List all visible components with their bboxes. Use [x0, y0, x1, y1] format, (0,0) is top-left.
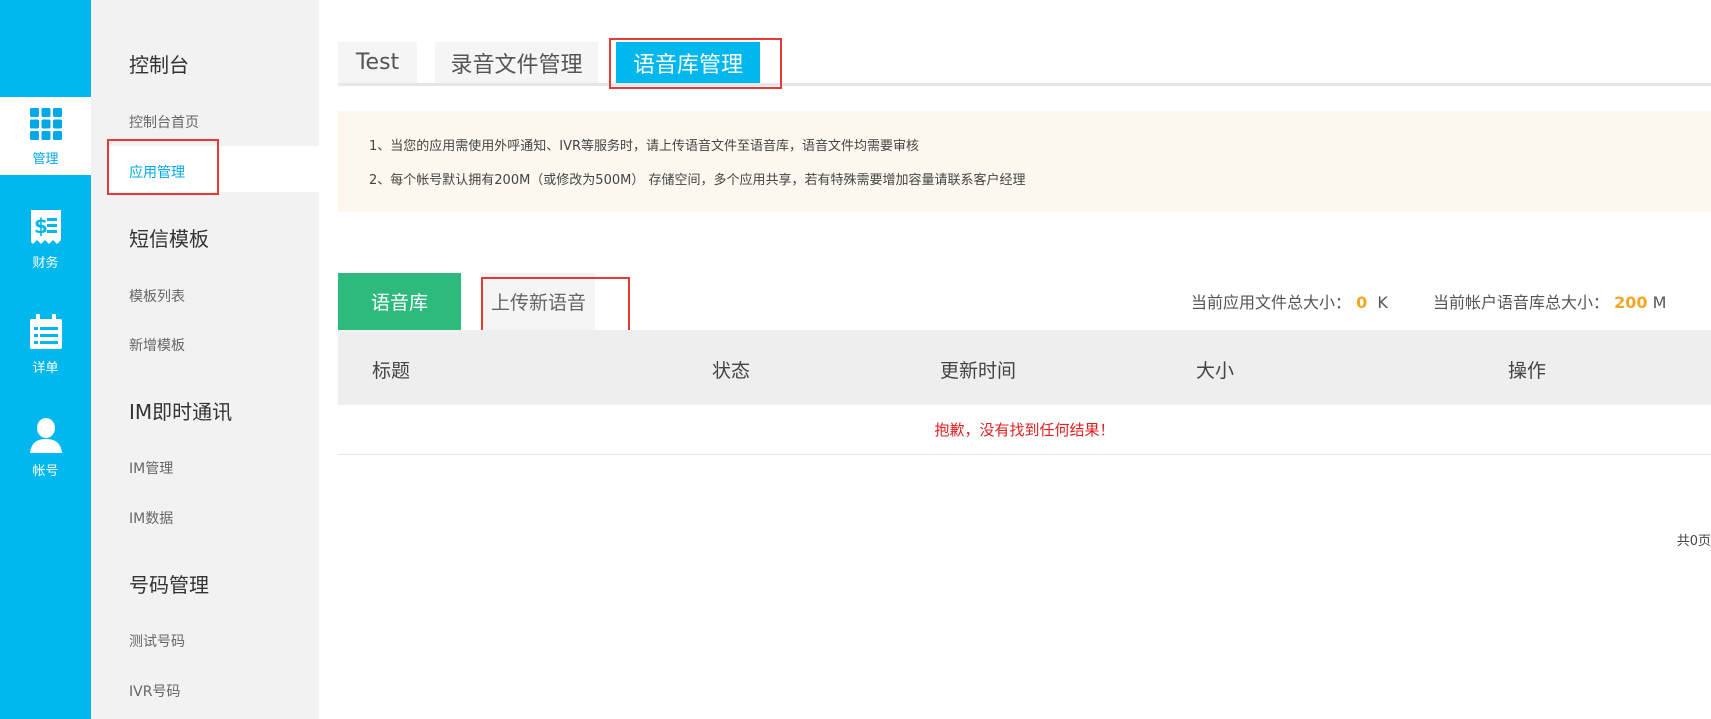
- rail-label-detail: 详单: [32, 360, 59, 376]
- stats-account-label: 当前帐户语音库总大小：: [1433, 293, 1610, 312]
- col-header-title: 标题: [372, 360, 411, 382]
- sidebar-item-console-home[interactable]: 控制台首页: [129, 112, 199, 132]
- stats-app-file-size: 当前应用文件总大小： 0 K: [1191, 289, 1388, 313]
- stats-app-value: 0: [1356, 293, 1368, 312]
- tab-recording-files[interactable]: 录音文件管理: [435, 42, 598, 83]
- sidebar-item-add-template[interactable]: 新增模板: [129, 335, 185, 355]
- col-header-actions: 操作: [1508, 360, 1547, 382]
- sidebar-section-sms-template: 短信模板: [129, 227, 209, 251]
- col-header-status: 状态: [712, 360, 751, 382]
- sidebar-item-im-data[interactable]: IM数据: [129, 508, 173, 528]
- sidebar-item-im-manage[interactable]: IM管理: [129, 458, 173, 478]
- sidebar-section-console: 控制台: [129, 53, 189, 77]
- tab-voice-library[interactable]: 语音库管理: [616, 42, 760, 83]
- calendar-list-icon: [29, 313, 62, 349]
- sidebar-item-test-number[interactable]: 测试号码: [129, 631, 185, 651]
- rail-item-account[interactable]: 帐号: [0, 408, 91, 486]
- empty-result-message: 抱歉，没有找到任何结果！: [934, 421, 1115, 439]
- notice-line-2: 2、每个帐号默认拥有200M（或修改为500M） 存储空间，多个应用共享，若有特…: [369, 173, 1026, 188]
- notice-panel: 1、当您的应用需使用外呼通知、IVR等服务时，请上传语音文件至语音库，语音文件均…: [338, 111, 1711, 212]
- subtab-voice-library[interactable]: 语音库: [338, 273, 461, 330]
- rail-label-account: 帐号: [32, 463, 59, 479]
- svg-text:$: $: [34, 214, 48, 238]
- tab-test[interactable]: Test: [338, 42, 417, 83]
- user-icon: [29, 417, 62, 453]
- rail-item-detail[interactable]: 详单: [0, 305, 91, 383]
- tab-bar-divider: [338, 83, 1711, 86]
- rail-label-manage: 管理: [32, 151, 59, 167]
- table-header: 标题 状态 更新时间 大小 操作: [338, 330, 1711, 405]
- sidebar: 控制台 控制台首页 应用管理 短信模板 模板列表 新增模板 IM即时通讯 IM管…: [91, 0, 319, 719]
- grid-icon: [29, 107, 62, 140]
- col-header-size: 大小: [1196, 360, 1235, 382]
- stats-account-library-size: 当前帐户语音库总大小： 200 M: [1433, 289, 1666, 313]
- app-root: 管理 $ 财务 详单 帐号 控制台 控制台首页 应用管理 短信模板 模板列表 新…: [0, 0, 1711, 719]
- notice-line-1: 1、当您的应用需使用外呼通知、IVR等服务时，请上传语音文件至语音库，语音文件均…: [369, 139, 920, 154]
- sidebar-section-number-manage: 号码管理: [129, 573, 209, 597]
- sidebar-section-im: IM即时通讯: [129, 400, 233, 424]
- sidebar-item-app-manage[interactable]: 应用管理: [129, 162, 185, 182]
- subtab-upload-voice[interactable]: 上传新语音: [482, 273, 595, 330]
- col-header-updated: 更新时间: [940, 360, 1017, 382]
- rail-label-finance: 财务: [32, 255, 59, 271]
- sidebar-item-template-list[interactable]: 模板列表: [129, 286, 185, 306]
- icon-rail: 管理 $ 财务 详单 帐号: [0, 0, 91, 719]
- stats-app-label: 当前应用文件总大小：: [1191, 293, 1352, 312]
- sidebar-item-ivr-number[interactable]: IVR号码: [129, 681, 180, 701]
- rail-item-manage[interactable]: 管理: [0, 97, 91, 175]
- stats-app-unit: K: [1377, 293, 1388, 312]
- table-body-empty: 抱歉，没有找到任何结果！: [338, 405, 1711, 455]
- finance-icon: $: [30, 209, 61, 244]
- stats-account-unit: M: [1652, 293, 1667, 312]
- rail-item-finance[interactable]: $ 财务: [0, 200, 91, 278]
- pagination-total: 共0页: [1676, 534, 1711, 549]
- stats-account-value: 200: [1614, 293, 1648, 312]
